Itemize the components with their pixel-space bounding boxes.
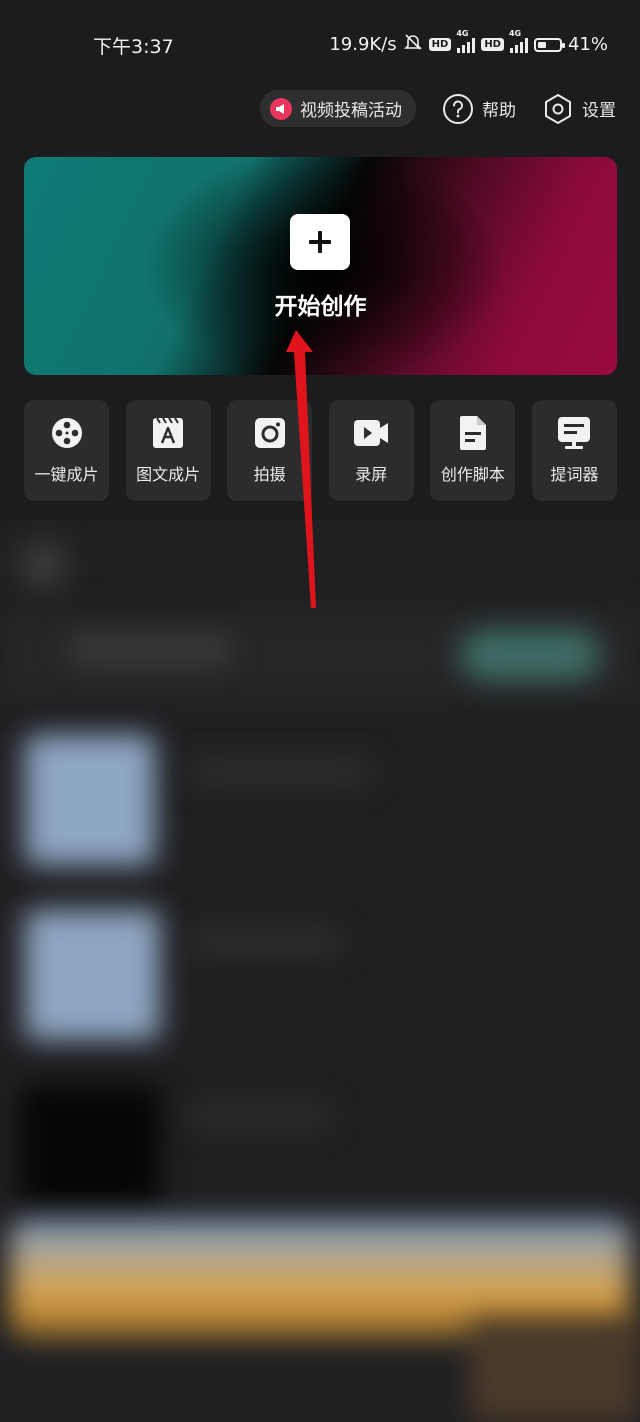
blurred-content bbox=[0, 520, 640, 1422]
blur-text bbox=[70, 635, 230, 665]
tool-teleprompter[interactable]: 提词器 bbox=[531, 400, 617, 501]
tool-label: 一键成片 bbox=[34, 465, 99, 484]
signal-icon: 4G bbox=[456, 29, 476, 53]
tool-shoot[interactable]: 拍摄 bbox=[227, 400, 313, 501]
top-action-bar: 视频投稿活动 帮助 设置 bbox=[260, 90, 616, 127]
blur-text bbox=[190, 1105, 330, 1127]
teleprompter-icon bbox=[556, 415, 592, 451]
promo-label: 视频投稿活动 bbox=[300, 101, 402, 121]
tool-screen-record[interactable]: 录屏 bbox=[328, 400, 414, 501]
blur-button bbox=[460, 630, 600, 680]
script-doc-icon bbox=[457, 415, 489, 451]
status-time: 下午3:37 bbox=[93, 36, 174, 58]
blur-thumbnail bbox=[25, 735, 155, 865]
battery-icon bbox=[533, 37, 565, 52]
plus-icon[interactable] bbox=[290, 214, 350, 270]
megaphone-icon bbox=[270, 97, 292, 120]
status-icons: 19.9K/s HD 4G HD 4G 41% bbox=[329, 29, 608, 57]
settings-label: 设置 bbox=[582, 101, 616, 121]
blur-text bbox=[190, 930, 340, 954]
blur-thumbnail bbox=[20, 1085, 160, 1205]
film-reel-icon bbox=[50, 415, 84, 451]
hd-badge: HD bbox=[428, 38, 452, 51]
blur-thumbnail bbox=[25, 910, 160, 1040]
start-creation-card[interactable]: 开始创作 bbox=[24, 157, 617, 375]
screen-record-icon bbox=[352, 415, 390, 451]
mute-bell-icon bbox=[403, 32, 423, 57]
settings-button[interactable]: 设置 bbox=[542, 93, 616, 125]
quick-tools: 一键成片 图文成片 拍摄 录屏 创作脚本 提词器 bbox=[24, 400, 617, 501]
help-icon bbox=[443, 93, 473, 124]
tool-label: 拍摄 bbox=[253, 465, 286, 484]
blur-icon bbox=[18, 540, 68, 590]
tool-one-click-video[interactable]: 一键成片 bbox=[24, 400, 109, 501]
help-button[interactable]: 帮助 bbox=[442, 93, 516, 125]
text-image-icon bbox=[151, 415, 185, 451]
blur-corner bbox=[470, 1320, 640, 1422]
promo-activity-button[interactable]: 视频投稿活动 bbox=[260, 90, 416, 127]
help-label: 帮助 bbox=[482, 101, 516, 121]
blur-text bbox=[190, 760, 370, 784]
signal-icon: 4G bbox=[509, 29, 528, 53]
battery-percent: 41% bbox=[567, 34, 608, 55]
status-bar: 下午3:37 19.9K/s HD 4G HD 4G 41% bbox=[0, 0, 640, 86]
tool-label: 录屏 bbox=[355, 465, 388, 484]
camera-icon bbox=[253, 415, 287, 451]
battery-fill bbox=[537, 41, 546, 48]
tool-label: 图文成片 bbox=[136, 465, 201, 484]
tool-creation-script[interactable]: 创作脚本 bbox=[430, 400, 516, 501]
tool-label: 提词器 bbox=[550, 465, 599, 484]
gear-icon bbox=[545, 93, 571, 124]
tool-label: 创作脚本 bbox=[440, 465, 505, 484]
net-speed: 19.9K/s bbox=[329, 34, 397, 55]
start-creation-title: 开始创作 bbox=[274, 294, 367, 320]
hd-badge: HD bbox=[481, 38, 504, 51]
tool-text-to-video[interactable]: 图文成片 bbox=[125, 400, 211, 501]
